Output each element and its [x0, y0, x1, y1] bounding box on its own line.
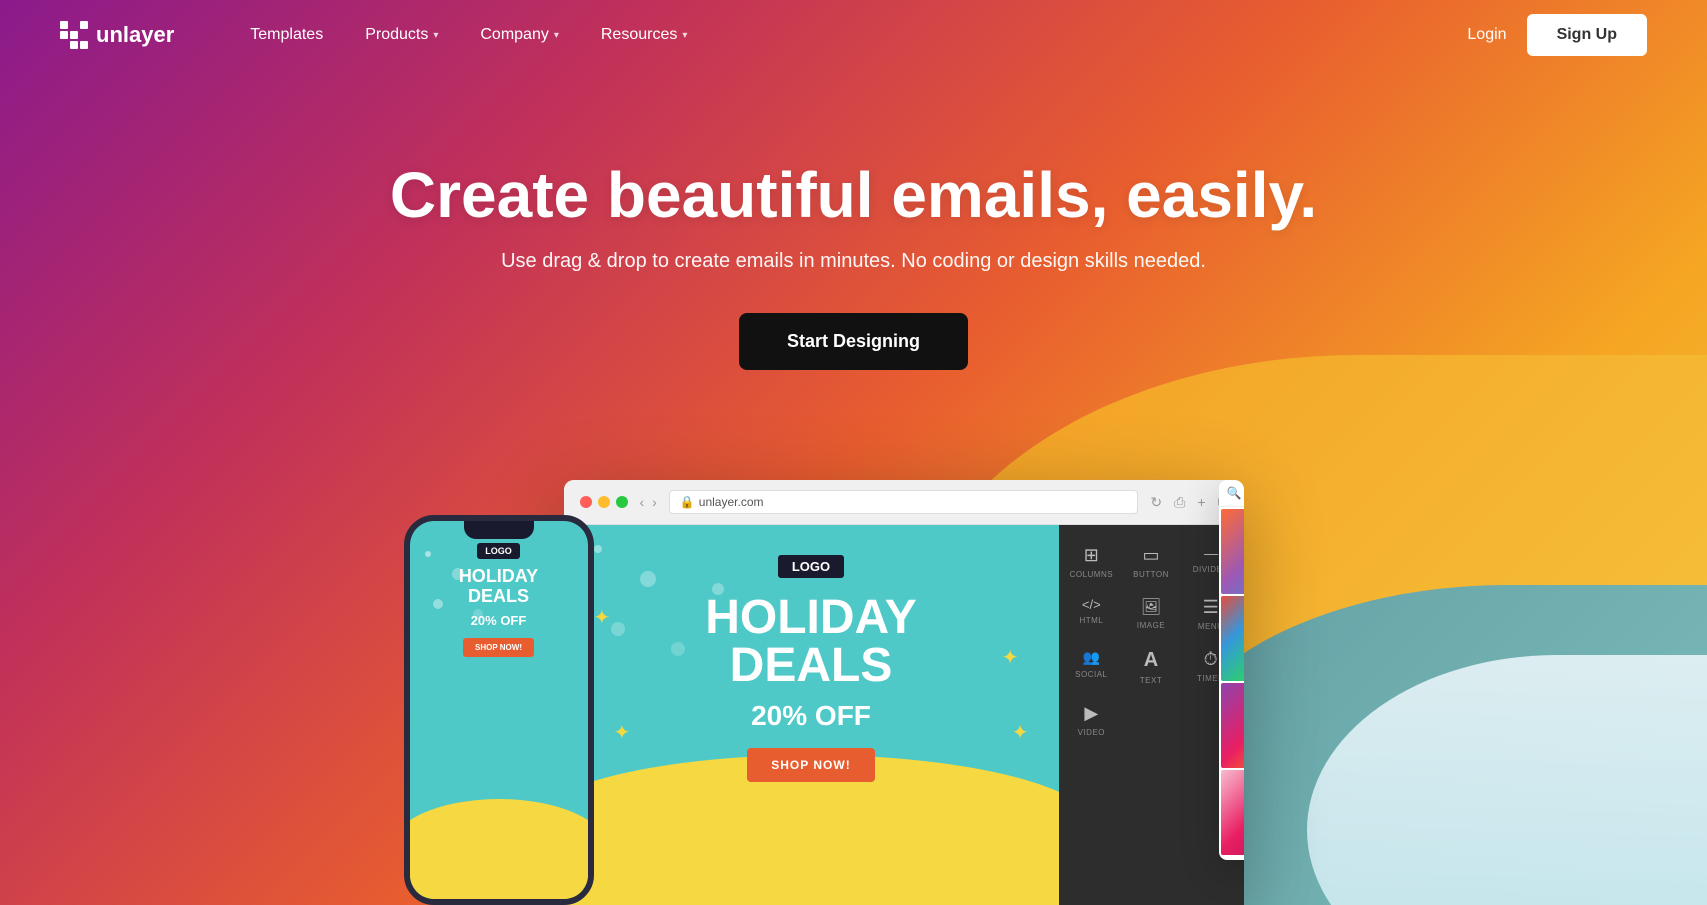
- back-icon[interactable]: ‹: [640, 494, 645, 510]
- canvas-discount: 20% OFF: [751, 700, 871, 732]
- browser-window-controls: [580, 496, 628, 508]
- video-icon: ▶: [1084, 703, 1098, 724]
- start-designing-button[interactable]: Start Designing: [739, 313, 968, 370]
- editor-tools-grid: ⊞ COLUMNS ▭ BUTTON — DIVIDER </>: [1059, 535, 1244, 743]
- logo-text: unlayer: [96, 22, 174, 48]
- image-search-panel: 🔍 ✕: [1219, 480, 1244, 860]
- divider-icon: —: [1204, 545, 1217, 561]
- hero-subtitle: Use drag & drop to create emails in minu…: [390, 250, 1317, 273]
- mockup-section: LOGO HOLIDAY DEALS 20% OFF SHOP NOW!: [404, 480, 1304, 905]
- social-icon: 👥: [1083, 649, 1100, 666]
- phone-headline: HOLIDAY DEALS: [459, 567, 538, 607]
- canvas-shop-button: SHOP NOW!: [747, 748, 874, 782]
- phone-notch: [464, 521, 534, 539]
- tool-button[interactable]: ▭ BUTTON: [1122, 535, 1180, 585]
- nav-company[interactable]: Company ▾: [464, 18, 575, 52]
- reload-icon[interactable]: ↻: [1150, 494, 1162, 511]
- phone-logo: LOGO: [477, 543, 520, 559]
- maximize-dot: [616, 496, 628, 508]
- search-icon: 🔍: [1227, 486, 1242, 500]
- image-search-input[interactable]: [1241, 486, 1243, 500]
- button-icon: ▭: [1142, 545, 1159, 566]
- phone-wave: [410, 799, 588, 899]
- share-icon[interactable]: ⎙: [1174, 494, 1185, 511]
- image-result-7[interactable]: [1221, 770, 1244, 855]
- timer-icon: ⏱: [1204, 649, 1218, 670]
- nav-links: Templates Products ▾ Company ▾ Resources…: [234, 18, 1467, 52]
- spark-icon-2: ✦: [1002, 645, 1019, 670]
- resources-chevron-icon: ▾: [682, 30, 687, 41]
- nav-products[interactable]: Products ▾: [349, 18, 454, 52]
- spark-icon-1: ✦: [594, 605, 611, 630]
- close-dot: [580, 496, 592, 508]
- text-icon: A: [1144, 649, 1158, 672]
- image-results-grid: [1219, 507, 1244, 857]
- tool-image[interactable]: 🖼 IMAGE: [1122, 587, 1180, 637]
- phone-screen: LOGO HOLIDAY DEALS 20% OFF SHOP NOW!: [410, 521, 588, 899]
- phone-shop-button: SHOP NOW!: [463, 638, 534, 657]
- tool-html[interactable]: </> HTML: [1063, 587, 1121, 637]
- tool-text[interactable]: A TEXT: [1122, 639, 1180, 691]
- menu-icon: ☰: [1203, 597, 1219, 618]
- company-chevron-icon: ▾: [554, 30, 559, 41]
- browser-toolbar-actions: ↻ ⎙ + ⧉: [1150, 494, 1227, 511]
- phone-mockup: LOGO HOLIDAY DEALS 20% OFF SHOP NOW!: [404, 515, 594, 905]
- browser-body: LOGO HOLIDAY DEALS 20% OFF SHOP NOW! ✦ ✦…: [564, 525, 1244, 905]
- browser-mockup: ‹ › 🔒 unlayer.com ↻ ⎙ + ⧉ LOGO: [564, 480, 1244, 905]
- nav-templates[interactable]: Templates: [234, 18, 339, 52]
- spark-icon-3: ✦: [614, 720, 631, 745]
- image-result-5[interactable]: [1221, 683, 1244, 768]
- image-result-1[interactable]: [1221, 509, 1244, 594]
- tool-video[interactable]: ▶ VIDEO: [1063, 693, 1121, 743]
- login-button[interactable]: Login: [1467, 26, 1506, 44]
- signup-button[interactable]: Sign Up: [1527, 14, 1647, 56]
- image-result-3[interactable]: [1221, 596, 1244, 681]
- logo-link[interactable]: unlayer: [60, 21, 174, 49]
- nav-resources[interactable]: Resources ▾: [585, 18, 704, 52]
- canvas-decorations: [594, 545, 602, 553]
- html-icon: </>: [1082, 597, 1101, 612]
- phone-decorations: [425, 551, 431, 557]
- navigation: unlayer Templates Products ▾ Company ▾ R…: [0, 0, 1707, 70]
- browser-nav: ‹ ›: [640, 494, 657, 510]
- columns-icon: ⊞: [1084, 545, 1099, 566]
- tool-columns[interactable]: ⊞ COLUMNS: [1063, 535, 1121, 585]
- tool-social[interactable]: 👥 SOCIAL: [1063, 639, 1121, 691]
- nav-actions: Login Sign Up: [1467, 14, 1647, 56]
- editor-sidebar: ⊞ COLUMNS ▭ BUTTON — DIVIDER </>: [1059, 525, 1244, 905]
- forward-icon[interactable]: ›: [652, 494, 657, 510]
- phone-discount: 20% OFF: [471, 613, 527, 628]
- add-tab-icon[interactable]: +: [1197, 494, 1205, 511]
- hero-title: Create beautiful emails, easily.: [390, 160, 1317, 230]
- logo-icon: [60, 21, 88, 49]
- email-canvas: LOGO HOLIDAY DEALS 20% OFF SHOP NOW! ✦ ✦…: [564, 525, 1059, 905]
- products-chevron-icon: ▾: [433, 30, 438, 41]
- image-icon: 🖼: [1141, 597, 1161, 617]
- image-search-bar[interactable]: 🔍 ✕: [1219, 480, 1244, 507]
- spark-icon-4: ✦: [1012, 720, 1029, 745]
- address-bar[interactable]: 🔒 unlayer.com: [669, 490, 1139, 514]
- browser-toolbar: ‹ › 🔒 unlayer.com ↻ ⎙ + ⧉: [564, 480, 1244, 525]
- minimize-dot: [598, 496, 610, 508]
- canvas-headline: HOLIDAY DEALS: [705, 594, 917, 690]
- canvas-logo: LOGO: [778, 555, 844, 578]
- lock-icon: 🔒: [680, 495, 695, 509]
- hero-section: Create beautiful emails, easily. Use dra…: [0, 0, 1707, 905]
